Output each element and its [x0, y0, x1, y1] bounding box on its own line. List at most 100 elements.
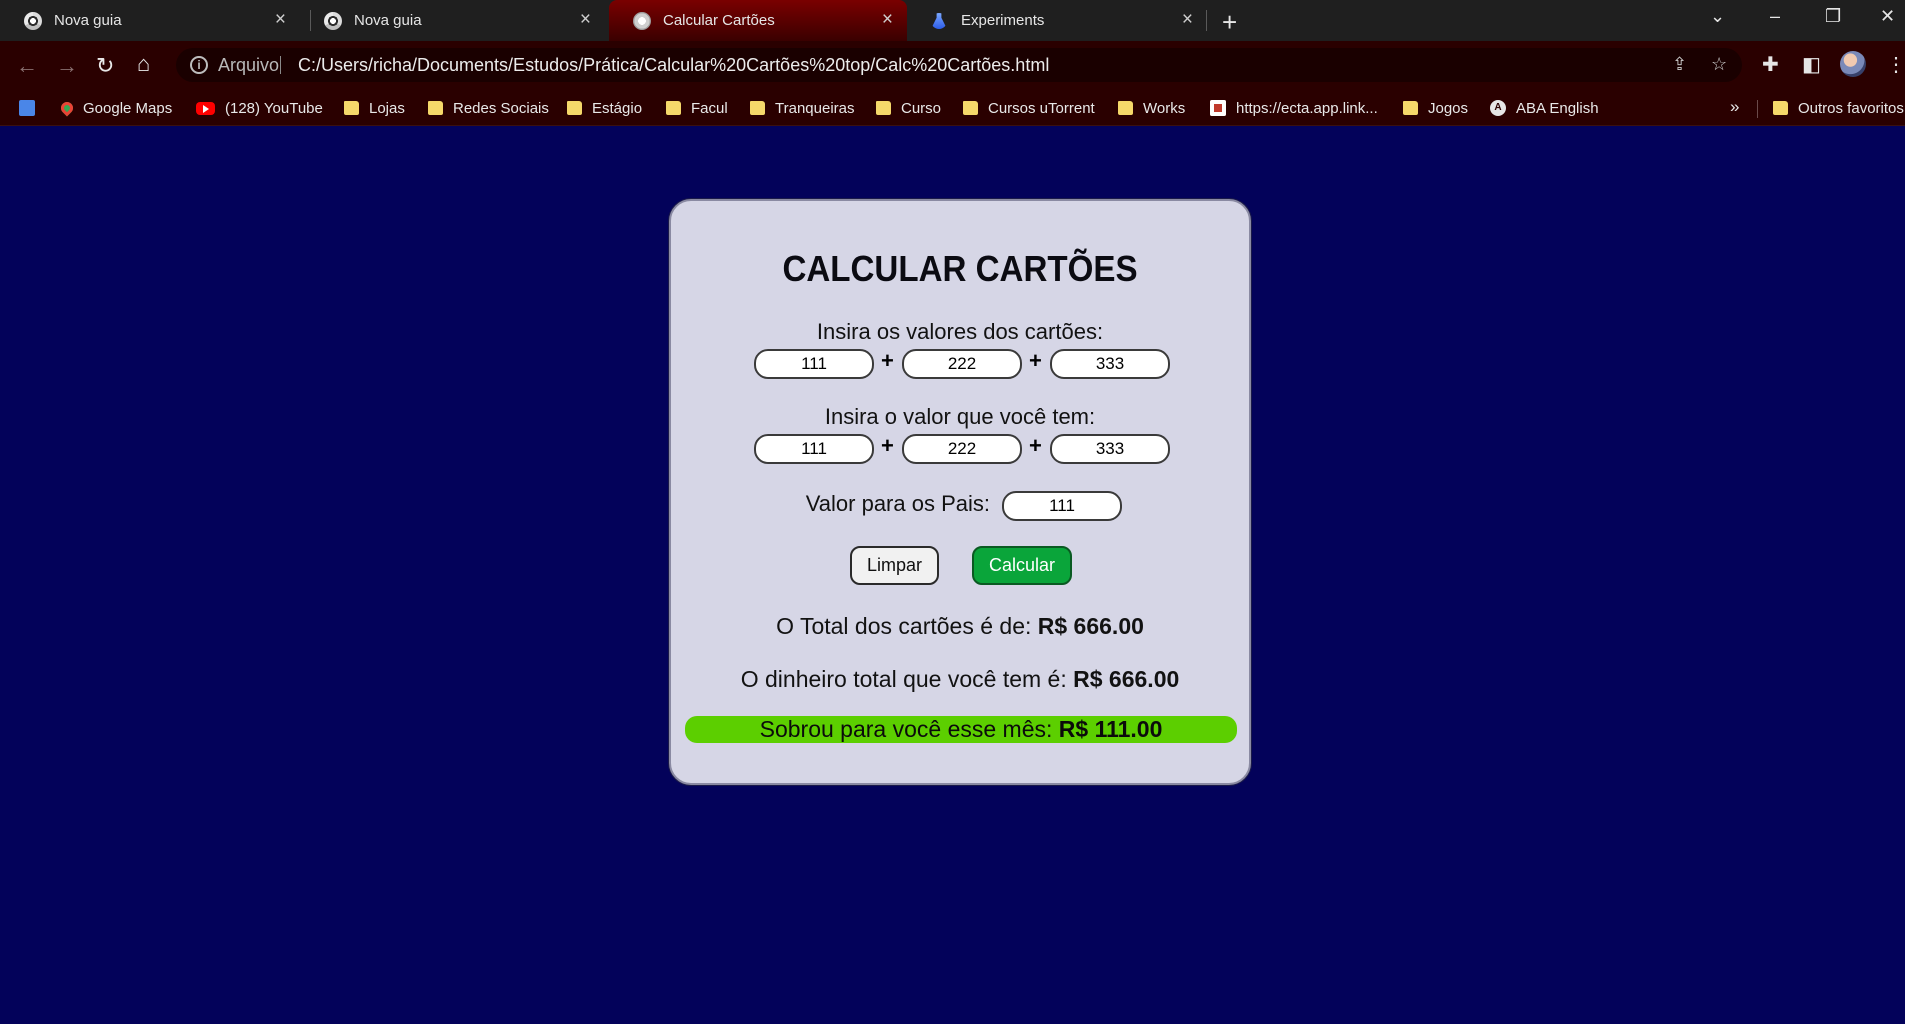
bookmark-label: Estágio — [592, 99, 643, 117]
aba-icon: A — [1490, 100, 1506, 116]
forward-button[interactable]: → — [56, 53, 78, 79]
close-window-button[interactable]: ✕ — [1880, 6, 1895, 27]
folder-icon — [428, 101, 443, 115]
bookmark-label: Redes Sociais — [453, 99, 549, 117]
bookmark-google-maps[interactable]: Google Maps — [58, 97, 172, 119]
close-icon[interactable]: × — [275, 9, 286, 31]
bookmark-lojas[interactable]: Lojas — [344, 97, 405, 119]
url-divider — [280, 56, 281, 74]
close-icon[interactable]: × — [580, 9, 591, 31]
tab-title: Experiments — [961, 12, 1045, 29]
plus-sign: + — [881, 348, 894, 373]
share-icon[interactable]: ⇪ — [1672, 54, 1687, 75]
folder-icon — [750, 101, 765, 115]
total-money-result: O dinheiro total que você tem é: R$ 666.… — [671, 666, 1249, 693]
bookmark-redes-sociais[interactable]: Redes Sociais — [428, 97, 549, 119]
card-value-input-1[interactable]: 111 — [754, 349, 874, 379]
plus-sign: + — [1029, 348, 1042, 373]
money-value-input-3[interactable]: 333 — [1050, 434, 1170, 464]
youtube-icon — [196, 101, 215, 115]
leftover-text: Sobrou para você esse mês: — [759, 716, 1053, 742]
reload-button[interactable]: ↻ — [96, 53, 114, 79]
plus-sign: + — [1029, 433, 1042, 458]
bookmark-google-translate[interactable] — [19, 97, 45, 119]
bookmark-label: Works — [1143, 99, 1186, 117]
chrome-icon — [324, 12, 342, 30]
money-value-input-1[interactable]: 111 — [754, 434, 874, 464]
folder-icon — [876, 101, 891, 115]
card-value-input-2[interactable]: 222 — [902, 349, 1022, 379]
bookmark-works[interactable]: Works — [1118, 97, 1185, 119]
money-label: Insira o valor que você tem: — [824, 404, 1096, 429]
tab-title: Nova guia — [354, 12, 422, 29]
total-money-text: O dinheiro total que você tem é: — [740, 666, 1067, 692]
bookmark-label: ABA English — [1516, 99, 1599, 117]
bookmark-curso[interactable]: Curso — [876, 97, 941, 119]
bookmark-label: Lojas — [369, 99, 405, 117]
bookmark-label: Curso — [901, 99, 942, 117]
folder-icon — [1773, 101, 1788, 115]
bookmark-label: Cursos uTorrent — [988, 99, 1095, 117]
bookmark-label: Jogos — [1428, 99, 1469, 117]
close-icon[interactable]: × — [882, 9, 893, 31]
leftover-value: R$ 111.00 — [1058, 716, 1163, 742]
maps-pin-icon — [58, 99, 76, 117]
calculator-card: CALCULAR CARTÕES Insira os valores dos c… — [669, 199, 1251, 785]
folder-icon — [1118, 101, 1133, 115]
tab-strip: Nova guia × Nova guia × Calcular Cartões… — [0, 0, 1905, 41]
tab-calcular-cartoes[interactable]: Calcular Cartões × — [609, 0, 907, 41]
tab-search-button[interactable]: ⌄ — [1710, 6, 1725, 27]
scheme-label: Arquivo — [218, 55, 280, 75]
bookmark-youtube[interactable]: (128) YouTube — [196, 97, 323, 119]
close-icon[interactable]: × — [1182, 9, 1193, 31]
new-tab-button[interactable]: + — [1222, 7, 1237, 38]
bookmark-facul[interactable]: Facul — [666, 97, 728, 119]
bookmark-ecta[interactable]: https://ecta.app.link... — [1210, 97, 1378, 119]
folder-icon — [1403, 101, 1418, 115]
tab-title: Nova guia — [54, 12, 122, 29]
tab-nova-guia-1[interactable]: Nova guia × — [0, 0, 300, 41]
side-panel-icon[interactable]: ◧ — [1802, 52, 1821, 77]
cards-label: Insira os valores dos cartões: — [816, 319, 1104, 344]
restore-button[interactable]: ❐ — [1825, 6, 1841, 27]
bookmark-tranqueiras[interactable]: Tranqueiras — [750, 97, 854, 119]
bookmark-estagio[interactable]: Estágio — [567, 97, 642, 119]
money-value-input-2[interactable]: 222 — [902, 434, 1022, 464]
folder-icon — [666, 101, 681, 115]
total-money-value: R$ 666.00 — [1073, 666, 1180, 692]
chrome-icon — [24, 12, 42, 30]
card-value-input-3[interactable]: 333 — [1050, 349, 1170, 379]
calculate-button[interactable]: Calcular — [972, 546, 1072, 585]
folder-icon — [963, 101, 978, 115]
info-icon[interactable]: i — [190, 56, 208, 74]
bookmark-aba-english[interactable]: A ABA English — [1490, 97, 1599, 119]
parents-value-input[interactable]: 111 — [1002, 491, 1122, 521]
bookmarks-overflow-button[interactable]: » — [1730, 97, 1739, 117]
total-cards-value: R$ 666.00 — [1037, 613, 1144, 639]
total-cards-result: O Total dos cartões é de: R$ 666.00 — [671, 613, 1249, 640]
flask-icon — [931, 13, 947, 29]
plus-sign: + — [881, 433, 894, 458]
bookmark-label: (128) YouTube — [225, 99, 323, 117]
tab-divider — [1206, 10, 1207, 31]
address-bar[interactable]: i Arquivo C:/Users/richa/Documents/Estud… — [176, 48, 1742, 82]
bookmark-other-favorites[interactable]: Outros favoritos — [1773, 97, 1904, 119]
back-button[interactable]: ← — [16, 53, 38, 79]
tab-nova-guia-2[interactable]: Nova guia × — [300, 0, 605, 41]
bookmarks-bar: Google Maps (128) YouTube Lojas Redes So… — [0, 90, 1905, 126]
extensions-icon[interactable]: ✚ — [1762, 52, 1779, 77]
clear-button[interactable]: Limpar — [850, 546, 939, 585]
folder-icon — [567, 101, 582, 115]
tab-experiments[interactable]: Experiments × — [907, 0, 1207, 41]
bookmark-cursos-utorrent[interactable]: Cursos uTorrent — [963, 97, 1095, 119]
home-button[interactable]: ⌂ — [137, 51, 150, 77]
profile-avatar[interactable] — [1840, 51, 1866, 77]
bookmark-star-icon[interactable]: ☆ — [1711, 54, 1727, 75]
menu-icon[interactable]: ⋮ — [1886, 52, 1905, 77]
page-title: CALCULAR CARTÕES — [782, 248, 1138, 289]
folder-icon — [344, 101, 359, 115]
total-cards-text: O Total dos cartões é de: — [776, 613, 1032, 639]
url-text[interactable]: C:/Users/richa/Documents/Estudos/Prática… — [298, 55, 1049, 76]
bookmark-jogos[interactable]: Jogos — [1403, 97, 1468, 119]
minimize-button[interactable]: – — [1770, 6, 1780, 27]
